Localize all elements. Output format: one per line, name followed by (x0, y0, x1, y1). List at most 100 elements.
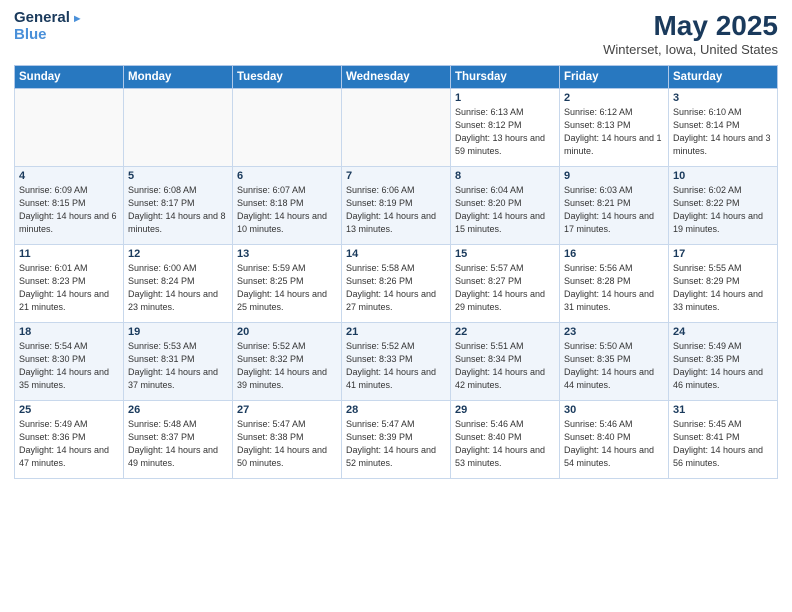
day-content: Sunrise: 6:00 AM Sunset: 8:24 PM Dayligh… (128, 262, 228, 314)
day-number: 6 (237, 170, 337, 182)
day-number: 27 (237, 404, 337, 416)
day-content: Sunrise: 5:52 AM Sunset: 8:32 PM Dayligh… (237, 340, 337, 392)
header: General► Blue May 2025 Winterset, Iowa, … (14, 10, 778, 57)
day-number: 1 (455, 92, 555, 104)
day-number: 7 (346, 170, 446, 182)
day-number: 4 (19, 170, 119, 182)
day-cell: 13Sunrise: 5:59 AM Sunset: 8:25 PM Dayli… (233, 245, 342, 323)
day-content: Sunrise: 6:01 AM Sunset: 8:23 PM Dayligh… (19, 262, 119, 314)
calendar-table: SundayMondayTuesdayWednesdayThursdayFrid… (14, 65, 778, 479)
day-number: 10 (673, 170, 773, 182)
day-content: Sunrise: 6:03 AM Sunset: 8:21 PM Dayligh… (564, 184, 664, 236)
logo-general: General► (14, 10, 83, 27)
day-number: 9 (564, 170, 664, 182)
day-cell: 18 Sunrise: 5:54 AM Sunset: 8:30 PM Dayli… (15, 323, 124, 401)
day-cell: 2 Sunrise: 6:12 AM Sunset: 8:13 PM Daylig… (560, 89, 669, 167)
day-number: 12 (128, 248, 228, 260)
day-cell: 31Sunrise: 5:45 AM Sunset: 8:41 PM Dayli… (669, 401, 778, 479)
location-subtitle: Winterset, Iowa, United States (603, 42, 778, 57)
day-cell: 15 Sunrise: 5:57 AM Sunset: 8:27 PM Dayli… (451, 245, 560, 323)
day-number: 2 (564, 92, 664, 104)
day-cell: 9 Sunrise: 6:03 AM Sunset: 8:21 PM Daylig… (560, 167, 669, 245)
day-content: Sunrise: 6:04 AM Sunset: 8:20 PM Dayligh… (455, 184, 555, 236)
day-content: Sunrise: 5:53 AM Sunset: 8:31 PM Dayligh… (128, 340, 228, 392)
day-cell (233, 89, 342, 167)
day-content: Sunrise: 6:10 AM Sunset: 8:14 PM Dayligh… (673, 106, 773, 158)
day-cell: 12 Sunrise: 6:00 AM Sunset: 8:24 PM Dayli… (124, 245, 233, 323)
day-content: Sunrise: 5:48 AM Sunset: 8:37 PM Dayligh… (128, 418, 228, 470)
day-number: 19 (128, 326, 228, 338)
day-cell (124, 89, 233, 167)
day-number: 5 (128, 170, 228, 182)
day-content: Sunrise: 6:13 AM Sunset: 8:12 PM Dayligh… (455, 106, 555, 158)
day-content: Sunrise: 5:46 AM Sunset: 8:40 PM Dayligh… (564, 418, 664, 470)
day-number: 21 (346, 326, 446, 338)
day-cell (15, 89, 124, 167)
day-number: 20 (237, 326, 337, 338)
day-cell: 17Sunrise: 5:55 AM Sunset: 8:29 PM Dayli… (669, 245, 778, 323)
logo-blue: Blue (14, 27, 83, 44)
logo: General► Blue (14, 10, 83, 43)
day-content: Sunrise: 6:12 AM Sunset: 8:13 PM Dayligh… (564, 106, 664, 158)
day-number: 8 (455, 170, 555, 182)
day-content: Sunrise: 5:52 AM Sunset: 8:33 PM Dayligh… (346, 340, 446, 392)
day-content: Sunrise: 6:09 AM Sunset: 8:15 PM Dayligh… (19, 184, 119, 236)
day-cell: 25 Sunrise: 5:49 AM Sunset: 8:36 PM Dayli… (15, 401, 124, 479)
day-cell: 14 Sunrise: 5:58 AM Sunset: 8:26 PM Dayli… (342, 245, 451, 323)
day-content: Sunrise: 5:46 AM Sunset: 8:40 PM Dayligh… (455, 418, 555, 470)
header-friday: Friday (560, 66, 669, 89)
day-number: 30 (564, 404, 664, 416)
day-content: Sunrise: 5:56 AM Sunset: 8:28 PM Dayligh… (564, 262, 664, 314)
day-content: Sunrise: 5:58 AM Sunset: 8:26 PM Dayligh… (346, 262, 446, 314)
day-content: Sunrise: 5:47 AM Sunset: 8:38 PM Dayligh… (237, 418, 337, 470)
day-content: Sunrise: 5:49 AM Sunset: 8:36 PM Dayligh… (19, 418, 119, 470)
day-number: 22 (455, 326, 555, 338)
day-cell: 19 Sunrise: 5:53 AM Sunset: 8:31 PM Dayli… (124, 323, 233, 401)
day-number: 26 (128, 404, 228, 416)
day-cell: 20 Sunrise: 5:52 AM Sunset: 8:32 PM Dayli… (233, 323, 342, 401)
day-content: Sunrise: 5:55 AM Sunset: 8:29 PM Dayligh… (673, 262, 773, 314)
day-number: 16 (564, 248, 664, 260)
day-cell: 22 Sunrise: 5:51 AM Sunset: 8:34 PM Dayli… (451, 323, 560, 401)
header-thursday: Thursday (451, 66, 560, 89)
day-cell: 4 Sunrise: 6:09 AM Sunset: 8:15 PM Daylig… (15, 167, 124, 245)
day-number: 29 (455, 404, 555, 416)
day-content: Sunrise: 5:51 AM Sunset: 8:34 PM Dayligh… (455, 340, 555, 392)
day-number: 3 (673, 92, 773, 104)
main-container: General► Blue May 2025 Winterset, Iowa, … (0, 0, 792, 489)
day-content: Sunrise: 5:59 AM Sunset: 8:25 PM Dayligh… (237, 262, 337, 314)
day-cell: 8 Sunrise: 6:04 AM Sunset: 8:20 PM Daylig… (451, 167, 560, 245)
day-cell: 7Sunrise: 6:06 AM Sunset: 8:19 PM Daylig… (342, 167, 451, 245)
day-number: 18 (19, 326, 119, 338)
day-content: Sunrise: 5:45 AM Sunset: 8:41 PM Dayligh… (673, 418, 773, 470)
day-number: 25 (19, 404, 119, 416)
day-cell (342, 89, 451, 167)
day-cell: 5 Sunrise: 6:08 AM Sunset: 8:17 PM Daylig… (124, 167, 233, 245)
day-cell: 27 Sunrise: 5:47 AM Sunset: 8:38 PM Dayli… (233, 401, 342, 479)
week-row-4: 25 Sunrise: 5:49 AM Sunset: 8:36 PM Dayli… (15, 401, 778, 479)
day-number: 15 (455, 248, 555, 260)
day-number: 23 (564, 326, 664, 338)
week-row-0: 1 Sunrise: 6:13 AM Sunset: 8:12 PM Daylig… (15, 89, 778, 167)
day-content: Sunrise: 5:49 AM Sunset: 8:35 PM Dayligh… (673, 340, 773, 392)
day-cell: 28Sunrise: 5:47 AM Sunset: 8:39 PM Dayli… (342, 401, 451, 479)
week-row-1: 4 Sunrise: 6:09 AM Sunset: 8:15 PM Daylig… (15, 167, 778, 245)
header-wednesday: Wednesday (342, 66, 451, 89)
day-cell: 6 Sunrise: 6:07 AM Sunset: 8:18 PM Daylig… (233, 167, 342, 245)
day-cell: 3 Sunrise: 6:10 AM Sunset: 8:14 PM Daylig… (669, 89, 778, 167)
day-cell: 30 Sunrise: 5:46 AM Sunset: 8:40 PM Dayli… (560, 401, 669, 479)
calendar-header-row: SundayMondayTuesdayWednesdayThursdayFrid… (15, 66, 778, 89)
header-monday: Monday (124, 66, 233, 89)
day-content: Sunrise: 6:02 AM Sunset: 8:22 PM Dayligh… (673, 184, 773, 236)
month-title: May 2025 (603, 10, 778, 42)
day-content: Sunrise: 5:57 AM Sunset: 8:27 PM Dayligh… (455, 262, 555, 314)
day-number: 24 (673, 326, 773, 338)
day-content: Sunrise: 6:08 AM Sunset: 8:17 PM Dayligh… (128, 184, 228, 236)
day-cell: 1 Sunrise: 6:13 AM Sunset: 8:12 PM Daylig… (451, 89, 560, 167)
day-cell: 24 Sunrise: 5:49 AM Sunset: 8:35 PM Dayli… (669, 323, 778, 401)
day-content: Sunrise: 6:07 AM Sunset: 8:18 PM Dayligh… (237, 184, 337, 236)
day-number: 14 (346, 248, 446, 260)
day-content: Sunrise: 5:54 AM Sunset: 8:30 PM Dayligh… (19, 340, 119, 392)
day-cell: 10 Sunrise: 6:02 AM Sunset: 8:22 PM Dayli… (669, 167, 778, 245)
day-cell: 23Sunrise: 5:50 AM Sunset: 8:35 PM Dayli… (560, 323, 669, 401)
